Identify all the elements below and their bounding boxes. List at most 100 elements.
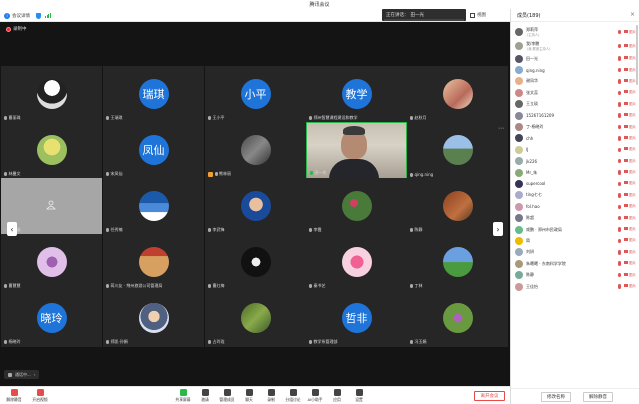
participant-tile[interactable]: 任秀楠 [103,178,204,235]
camera-off-icon[interactable]: 图片 [624,193,636,198]
mic-muted-icon[interactable] [618,29,621,35]
participant-tile[interactable]: 瑞琪 王瑞琪 [103,66,204,123]
member-item[interactable]: 陈超 图片 [511,212,639,223]
member-item[interactable]: Mr_朱 图片 [511,167,639,178]
participant-tile[interactable]: 蒋川友 · 荆州旅游公司管理局 [103,234,204,291]
member-item[interactable]: chh 图片 [511,133,639,144]
member-item[interactable]: 朱曦曦 · 东南科学学院 图片 [511,258,639,269]
participant-tile[interactable]: 李武锋 [205,178,306,235]
member-item[interactable]: lJ 图片 [511,144,639,155]
member-item[interactable]: 15267161209 图片 [511,110,639,121]
camera-off-icon[interactable]: 图片 [624,125,636,130]
participant-tile[interactable]: 晓玲 杨晓玲 [1,290,102,347]
mic-muted-icon[interactable] [618,158,621,164]
unmute-all-button[interactable]: 解除静音 [583,392,613,402]
security-button[interactable] [36,12,41,19]
member-item[interactable]: 谢凤华 图片 [511,76,639,87]
member-item[interactable]: 王佳怡 图片 [511,281,639,292]
member-item[interactable]: jk226 图片 [511,156,639,167]
camera-off-icon[interactable]: 图片 [624,261,636,266]
participant-tile[interactable]: 李霞 [306,178,407,235]
toolbar-button[interactable]: 管理成员 [215,389,239,403]
member-item[interactable]: 咸鹏 · 郑州市民政局 图片 [511,224,639,235]
participant-tile[interactable]: 曹红梅 [205,234,306,291]
participant-tile[interactable]: 秦书艺 [306,234,407,291]
toolbar-button[interactable]: 开启视频 [28,389,52,403]
participant-tile[interactable]: 教学 郑州智慧课程建设和教学 [306,66,407,123]
more-icon[interactable]: ⋯ [498,125,504,132]
member-item[interactable]: qing.ning 图片 [511,64,639,75]
mic-muted-icon[interactable] [618,113,621,118]
member-item[interactable]: 简 图片 [511,235,639,246]
participant-tile[interactable]: 熊林丽 [205,122,306,179]
participant-tile[interactable]: 田一光 [306,122,407,179]
edit-name-button[interactable]: 修改名称 [541,392,571,402]
mini-status-bar[interactable]: 通话中... ‹ [4,370,40,379]
camera-off-icon[interactable]: 图片 [624,238,636,243]
participant-tile[interactable]: 郑凯·孙娟 [103,290,204,347]
mic-muted-icon[interactable] [618,215,621,221]
participant-tile[interactable]: 曹慧慧 [1,234,102,291]
mic-muted-icon[interactable] [618,136,621,141]
member-item[interactable]: 郑莉萍 (主持人) 图片 [511,25,639,39]
prev-page-button[interactable]: ‹ [7,222,17,236]
member-item[interactable]: 张文蕊 图片 [511,87,639,98]
camera-off-icon[interactable]: 图片 [624,30,636,35]
camera-off-icon[interactable]: 图片 [624,56,636,61]
participant-tile[interactable]: 凤仙 宋凤仙 [103,122,204,179]
participant-tile[interactable]: 曹丽珠 [1,66,102,123]
camera-off-icon[interactable]: 图片 [624,79,636,84]
mic-muted-icon[interactable] [618,238,621,244]
mic-muted-icon[interactable] [618,90,621,96]
member-item[interactable]: fol.hao 图片 [511,201,639,212]
participant-tile[interactable]: ⋯ qing.ning [407,122,508,179]
mic-muted-icon[interactable] [618,204,621,210]
member-item[interactable]: 刘妍 图片 [511,247,639,258]
mic-muted-icon[interactable] [618,261,621,266]
member-list-scrollbar[interactable] [636,25,638,85]
camera-off-icon[interactable]: 图片 [624,227,636,232]
network-status[interactable] [45,12,51,19]
participant-tile[interactable]: 哲非 教学系管理部 [306,290,407,347]
camera-off-icon[interactable]: 图片 [624,159,636,164]
camera-off-icon[interactable]: 图片 [624,216,636,221]
participant-tile[interactable]: 赵秋月 [407,66,508,123]
mic-muted-icon[interactable] [618,227,621,232]
toolbar-button[interactable]: 设置 [347,389,371,403]
member-item[interactable]: 王立琰 图片 [511,99,639,110]
toolbar-button[interactable]: 分组讨论 [281,389,305,403]
leave-meeting-button[interactable]: 离开会议 [474,391,505,401]
mic-muted-icon[interactable] [618,56,621,61]
mic-muted-icon[interactable] [618,67,621,73]
toolbar-button[interactable]: 解除静音 [2,389,26,403]
participant-tile[interactable]: 小平 王小平 [205,66,306,123]
camera-off-icon[interactable]: 图片 [624,90,636,95]
toolbar-button[interactable]: 应用 [325,389,349,403]
camera-off-icon[interactable]: 图片 [624,136,636,141]
participant-tile[interactable]: 占玲珑 [205,290,306,347]
mic-muted-icon[interactable] [618,170,621,175]
member-item[interactable]: 我/李鹏 (我,联席主持人) 图片 [511,39,639,53]
toolbar-button[interactable]: 邀请 [193,389,217,403]
mic-muted-icon[interactable] [618,250,621,255]
toolbar-button[interactable]: 录制 [259,389,283,403]
toolbar-button[interactable]: 共享屏幕 [171,389,195,403]
member-item[interactable]: ting七七 图片 [511,190,639,201]
member-item[interactable]: 田一光 图片 [511,53,639,64]
toolbar-button[interactable]: AI小助手 [303,389,327,403]
mic-muted-icon[interactable] [618,43,621,49]
next-page-button[interactable]: › [493,222,503,236]
camera-off-icon[interactable]: 图片 [624,181,636,186]
mic-muted-icon[interactable] [618,272,621,278]
mic-muted-icon[interactable] [618,147,621,153]
camera-off-icon[interactable]: 图片 [624,102,636,107]
member-item[interactable]: supercool 图片 [511,178,639,189]
camera-off-icon[interactable]: 图片 [624,44,636,49]
participant-tile[interactable]: 林曼文 [1,122,102,179]
mic-muted-icon[interactable] [618,181,621,187]
member-item[interactable]: 陈静 图片 [511,269,639,280]
meeting-info-button[interactable]: i 会议详情 [4,12,30,19]
mic-muted-icon[interactable] [618,193,621,198]
camera-off-icon[interactable]: 图片 [624,170,636,175]
mic-muted-icon[interactable] [618,284,621,289]
